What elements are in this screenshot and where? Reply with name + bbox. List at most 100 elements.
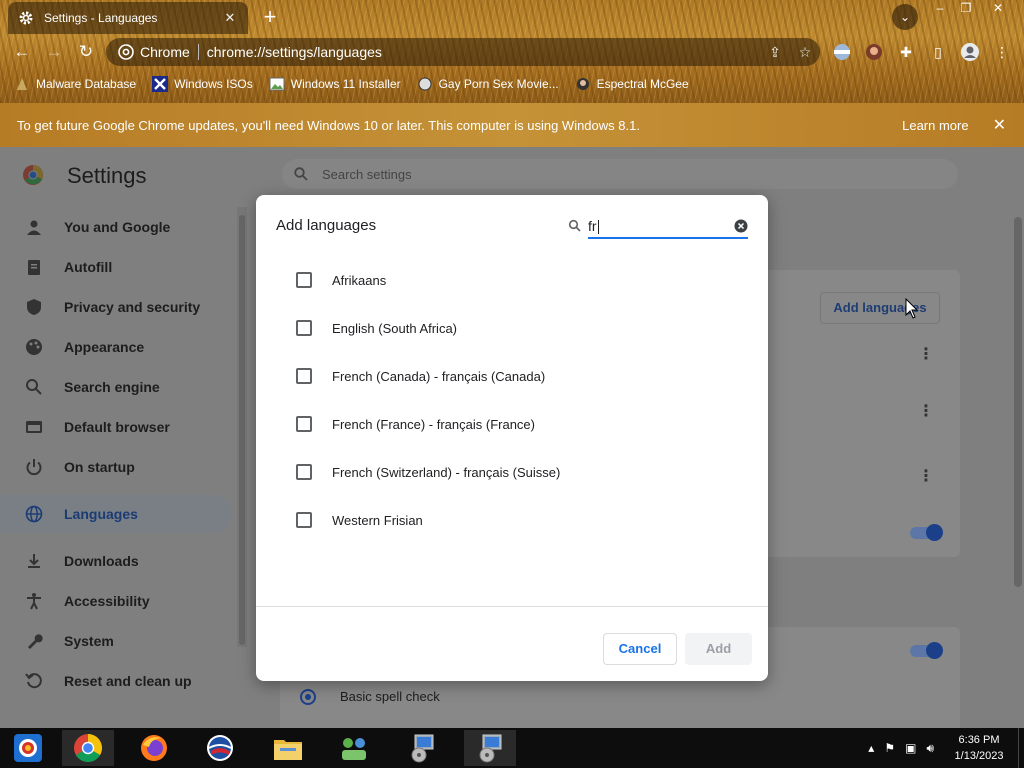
search-icon bbox=[568, 219, 582, 233]
url-text[interactable]: chrome://settings/languages bbox=[207, 44, 760, 60]
language-option[interactable]: French (France) - français (France) bbox=[296, 400, 736, 448]
star-icon[interactable]: ☆ bbox=[790, 44, 820, 61]
sidebar-item-label: You and Google bbox=[64, 219, 171, 235]
menu-kebab-icon[interactable]: ⋮ bbox=[990, 40, 1014, 64]
back-icon[interactable]: ← bbox=[10, 41, 34, 63]
page-scrollbar[interactable] bbox=[1012, 207, 1024, 728]
bookmark-item[interactable]: Windows ISOs bbox=[152, 76, 253, 92]
person-icon bbox=[24, 217, 44, 237]
start-icon bbox=[12, 732, 44, 764]
scrollbar-thumb[interactable] bbox=[239, 215, 245, 645]
sidebar-item-languages[interactable]: Languages bbox=[0, 495, 232, 533]
sidebar-item-label: Reset and clean up bbox=[64, 673, 192, 689]
taskbar-chrome[interactable] bbox=[62, 730, 114, 766]
volume-icon[interactable]: 🔊︎ bbox=[926, 741, 934, 756]
taskbar-obama-app[interactable] bbox=[194, 730, 246, 766]
clear-search-icon[interactable] bbox=[734, 219, 748, 233]
extension-flag-icon[interactable] bbox=[830, 40, 854, 64]
extension-avatar-icon[interactable] bbox=[862, 40, 886, 64]
restore-icon[interactable]: ❐ bbox=[952, 0, 980, 18]
taskbar-installer-1[interactable] bbox=[396, 730, 448, 766]
sidebar-item-label: System bbox=[64, 633, 114, 649]
language-option[interactable]: English (South Africa) bbox=[296, 304, 736, 352]
sidebar-item-autofill[interactable]: Autofill bbox=[0, 247, 236, 287]
bookmark-label: Windows ISOs bbox=[174, 77, 253, 91]
translate-toggle[interactable] bbox=[910, 524, 943, 541]
language-checkbox[interactable] bbox=[296, 416, 312, 432]
language-checkbox[interactable] bbox=[296, 464, 312, 480]
add-languages-button[interactable]: Add languages bbox=[820, 292, 940, 324]
chevron-up-icon[interactable]: ▴ bbox=[868, 741, 874, 755]
forward-icon[interactable]: → bbox=[42, 41, 66, 63]
close-icon[interactable]: ✕ bbox=[993, 115, 1006, 135]
taskbar-network-app[interactable] bbox=[328, 730, 380, 766]
sidebar-item-you-and-google[interactable]: You and Google bbox=[0, 207, 236, 247]
flag-icon[interactable]: ⚑ bbox=[884, 741, 895, 755]
sidebar-item-on-startup[interactable]: On startup bbox=[0, 447, 236, 487]
language-search-input[interactable]: fr bbox=[588, 215, 748, 239]
sidebar-item-privacy[interactable]: Privacy and security bbox=[0, 287, 236, 327]
close-window-icon[interactable]: ✕ bbox=[984, 0, 1012, 18]
language-checkbox[interactable] bbox=[296, 272, 312, 288]
sidebar-item-label: Search engine bbox=[64, 379, 160, 395]
omnibox[interactable]: Chrome chrome://settings/languages ⇪ ☆ bbox=[106, 38, 820, 66]
reload-icon[interactable]: ↻ bbox=[74, 41, 98, 63]
network-icon[interactable]: ▣ bbox=[905, 741, 916, 755]
share-icon[interactable]: ⇪ bbox=[760, 44, 790, 61]
mouse-cursor-icon bbox=[905, 298, 919, 320]
start-button[interactable] bbox=[2, 730, 54, 766]
show-desktop-button[interactable] bbox=[1018, 728, 1024, 768]
bookmark-item[interactable]: Malware Database bbox=[14, 76, 136, 92]
basic-spell-check-radio[interactable] bbox=[300, 689, 316, 705]
minimize-icon[interactable]: – bbox=[926, 0, 954, 18]
more-actions-icon[interactable]: ⋮ bbox=[918, 469, 934, 485]
language-option[interactable]: Afrikaans bbox=[296, 256, 736, 304]
sidebar-scrollbar[interactable] bbox=[237, 207, 247, 647]
close-tab-icon[interactable]: ✕ bbox=[222, 10, 238, 26]
language-checkbox[interactable] bbox=[296, 320, 312, 336]
bookmark-label: Windows 11 Installer bbox=[290, 77, 401, 91]
taskbar-firefox[interactable] bbox=[128, 730, 180, 766]
globe-icon bbox=[24, 504, 44, 524]
learn-more-link[interactable]: Learn more bbox=[902, 118, 968, 133]
chevron-down-icon[interactable]: ⌄ bbox=[892, 4, 918, 30]
firefox-icon bbox=[139, 733, 169, 763]
profile-avatar-icon[interactable] bbox=[958, 40, 982, 64]
more-actions-icon[interactable]: ⋮ bbox=[918, 404, 934, 420]
tab-settings[interactable]: Settings - Languages ✕ bbox=[8, 2, 248, 34]
sidebar-item-label: Privacy and security bbox=[64, 299, 201, 315]
plus-icon[interactable]: + bbox=[258, 6, 282, 30]
sidebar-item-system[interactable]: System bbox=[0, 621, 236, 661]
more-actions-icon[interactable]: ⋮ bbox=[918, 347, 934, 363]
avatar-favicon-icon bbox=[575, 76, 591, 92]
taskbar-file-explorer[interactable] bbox=[262, 730, 314, 766]
language-option[interactable]: French (Switzerland) - français (Suisse) bbox=[296, 448, 736, 496]
cancel-button[interactable]: Cancel bbox=[603, 633, 677, 665]
sidebar-item-downloads[interactable]: Downloads bbox=[0, 541, 236, 581]
spell-check-toggle[interactable] bbox=[910, 642, 943, 659]
x-favicon-icon bbox=[152, 76, 169, 92]
settings-search-input[interactable]: Search settings bbox=[282, 159, 958, 189]
infobar-message: To get future Google Chrome updates, you… bbox=[17, 117, 640, 133]
language-checkbox[interactable] bbox=[296, 368, 312, 384]
installer-icon bbox=[475, 733, 505, 763]
language-checkbox[interactable] bbox=[296, 512, 312, 528]
add-button[interactable]: Add bbox=[685, 633, 752, 665]
bookmark-item[interactable]: Espectral McGee bbox=[575, 76, 689, 92]
sidepanel-icon[interactable]: ▯ bbox=[926, 40, 950, 64]
sidebar-item-reset[interactable]: Reset and clean up bbox=[0, 661, 236, 701]
puzzle-icon[interactable]: ✚ bbox=[894, 40, 918, 64]
sidebar-item-accessibility[interactable]: Accessibility bbox=[0, 581, 236, 621]
language-option[interactable]: French (Canada) - français (Canada) bbox=[296, 352, 736, 400]
sidebar-item-label: Appearance bbox=[64, 339, 145, 355]
taskbar-installer-2[interactable] bbox=[464, 730, 516, 766]
bookmark-item[interactable]: Windows 11 Installer bbox=[269, 76, 401, 92]
scrollbar-thumb[interactable] bbox=[1014, 217, 1022, 587]
sidebar-item-default-browser[interactable]: Default browser bbox=[0, 407, 236, 447]
dialog-divider bbox=[256, 606, 768, 607]
sidebar-item-appearance[interactable]: Appearance bbox=[0, 327, 236, 367]
clock[interactable]: 6:36 PM 1/13/2023 bbox=[944, 732, 1014, 764]
language-option[interactable]: Western Frisian bbox=[296, 496, 736, 544]
sidebar-item-search-engine[interactable]: Search engine bbox=[0, 367, 236, 407]
bookmark-item[interactable]: Gay Porn Sex Movie... bbox=[417, 76, 559, 92]
